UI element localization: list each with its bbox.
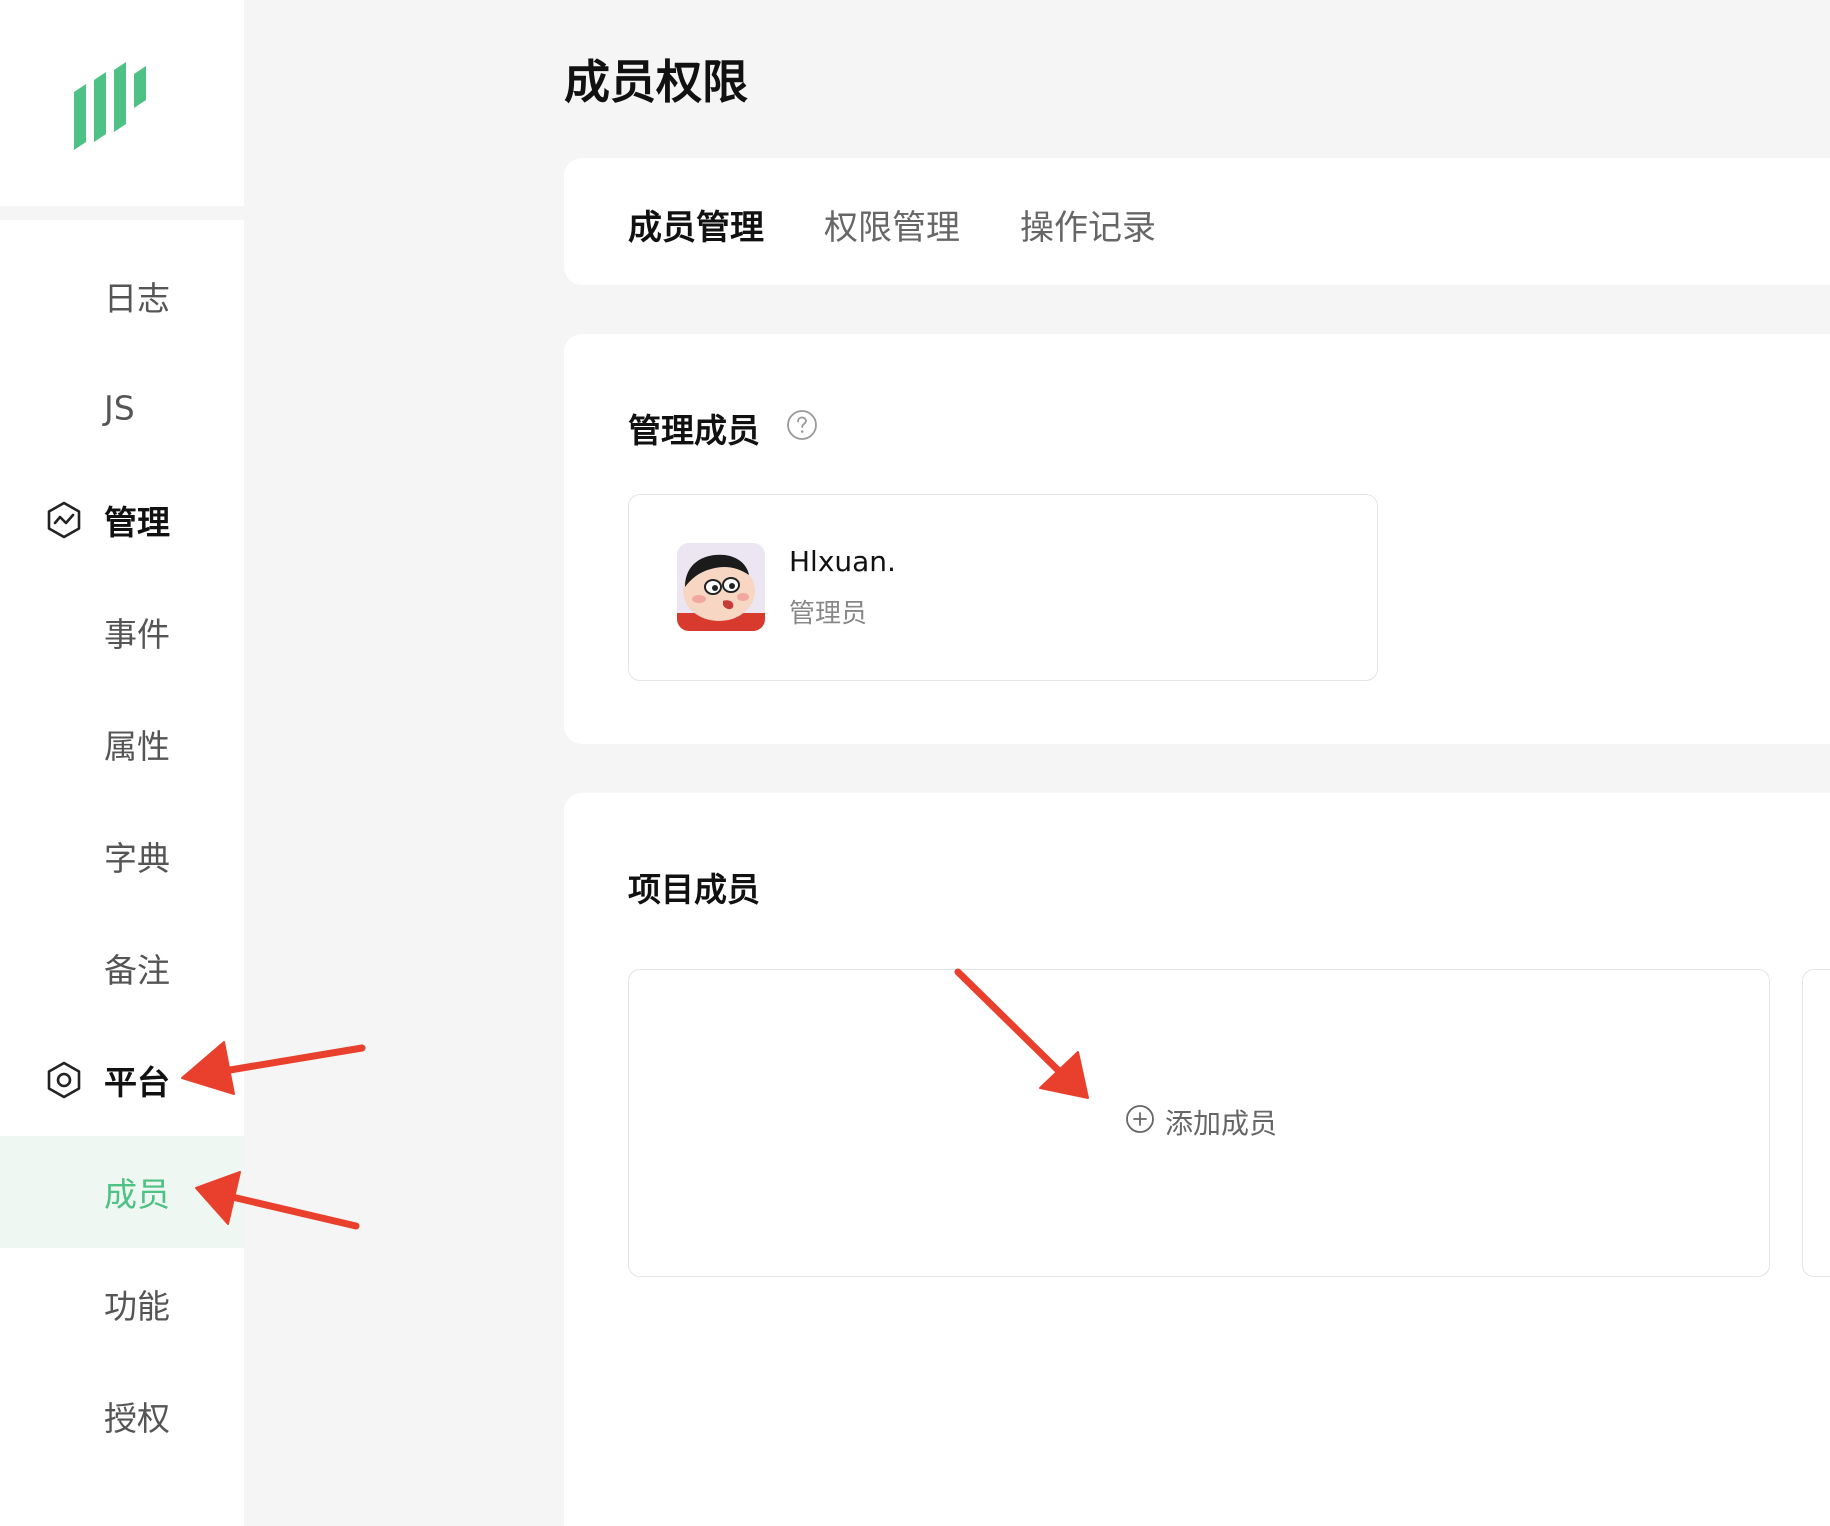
tab-operation-log[interactable]: 操作记录 xyxy=(1020,200,1156,249)
sidebar-item-members[interactable]: 成员 xyxy=(0,1136,244,1248)
project-members-section: 项目成员 添加成员 xyxy=(564,793,1830,1526)
sidebar-nav: 日志 JS 管理 事件 属性 字典 备注 平台 成员 功能 授权 xyxy=(0,220,244,1526)
app-logo[interactable] xyxy=(72,62,146,150)
add-member-button[interactable]: 添加成员 xyxy=(628,969,1770,1277)
sidebar-item-log[interactable]: 日志 xyxy=(0,240,244,352)
member-card[interactable]: Hlxuan. 管理员 xyxy=(628,494,1378,681)
sidebar-item-label: 事件 xyxy=(104,615,170,654)
sidebar-item-label: 成员 xyxy=(104,1175,170,1214)
sidebar-item-label: 功能 xyxy=(104,1287,170,1326)
member-card-placeholder xyxy=(1802,969,1830,1277)
settings-hexagon-icon xyxy=(47,1061,81,1099)
sidebar-item-label: 字典 xyxy=(104,839,170,878)
sidebar-item-label: 日志 xyxy=(104,279,170,318)
sidebar-item-label: 属性 xyxy=(104,727,170,766)
member-role: 管理员 xyxy=(789,599,868,629)
sidebar-item-label: 备注 xyxy=(104,951,170,990)
section-title: 项目成员 xyxy=(628,870,760,909)
avatar-image xyxy=(677,543,765,631)
sidebar-item-events[interactable]: 事件 xyxy=(0,576,244,688)
tab-permission-management[interactable]: 权限管理 xyxy=(824,200,960,249)
admin-members-section: 管理成员 Hlxuan. 管理员 xyxy=(564,334,1830,744)
add-member-label: 添加成员 xyxy=(1165,1107,1278,1140)
sidebar-item-label: 管理 xyxy=(104,503,170,542)
page-title: 成员权限 xyxy=(564,55,748,109)
sidebar-item-notes[interactable]: 备注 xyxy=(0,912,244,1024)
tab-member-management[interactable]: 成员管理 xyxy=(628,200,764,249)
section-title: 管理成员 xyxy=(628,411,760,450)
chart-hexagon-icon xyxy=(47,501,81,539)
sidebar-item-dictionary[interactable]: 字典 xyxy=(0,800,244,912)
sidebar-item-properties[interactable]: 属性 xyxy=(0,688,244,800)
logo-area xyxy=(0,0,244,206)
sidebar-item-js[interactable]: JS xyxy=(0,352,244,464)
tab-bar: 成员管理 权限管理 操作记录 xyxy=(564,158,1830,285)
sidebar-item-label: 平台 xyxy=(104,1063,170,1102)
sidebar-item-label: JS xyxy=(104,388,135,428)
sidebar-group-platform[interactable]: 平台 xyxy=(0,1024,244,1136)
plus-circle-icon xyxy=(1126,1105,1154,1133)
avatar xyxy=(677,543,765,631)
sidebar-group-manage[interactable]: 管理 xyxy=(0,464,244,576)
question-circle-icon[interactable] xyxy=(786,409,818,441)
member-name: Hlxuan. xyxy=(789,545,896,578)
sidebar: 日志 JS 管理 事件 属性 字典 备注 平台 成员 功能 授权 xyxy=(0,0,244,1526)
sidebar-item-authorization[interactable]: 授权 xyxy=(0,1360,244,1472)
sidebar-item-features[interactable]: 功能 xyxy=(0,1248,244,1360)
sidebar-item-label: 授权 xyxy=(104,1399,170,1438)
